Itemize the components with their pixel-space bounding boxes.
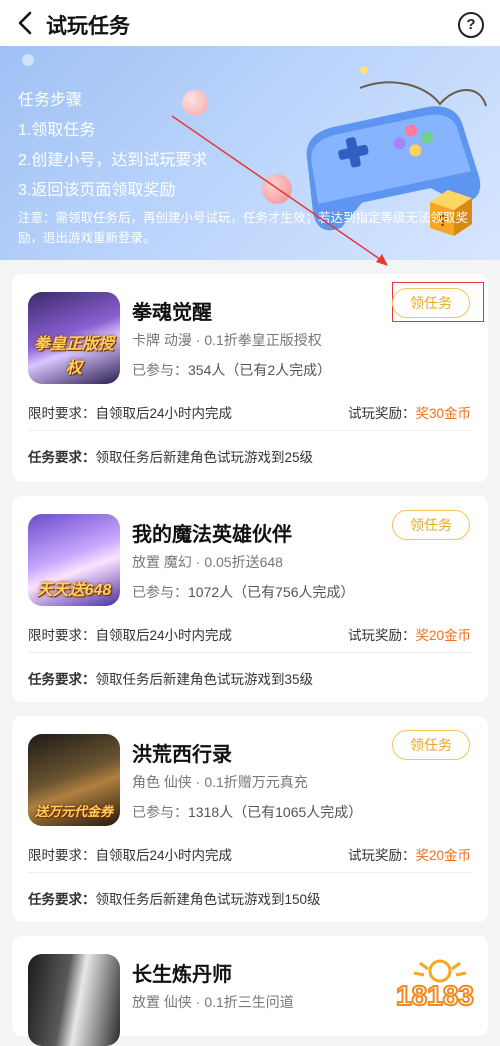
decor-ball [360,66,368,74]
watermark-text: 18183 [396,980,474,1011]
back-icon[interactable] [14,9,38,37]
game-icon[interactable]: 天天送648 [28,514,120,606]
step-item: 3.返回该页面领取奖励 [18,182,176,199]
game-tags: 角色 仙侠 · 0.1折赠万元真充 [132,774,308,790]
game-icon[interactable] [28,954,120,1046]
page-title: 试玩任务 [46,15,130,38]
divider [28,652,472,653]
game-name[interactable]: 拳魂觉醒 [132,296,212,325]
time-limit: 限时要求：自领取后24小时内完成 [28,628,233,643]
game-icon[interactable]: 送万元代金券 [28,734,120,826]
notice-text: 注意：需领取任务后，再创建小号试玩，任务才生效；若达到指定等级无法领取奖励，退出… [18,211,469,245]
task-requirement: 任务要求：领取任务后新建角色试玩游戏到150级 [28,892,321,907]
decor-ball [22,54,34,66]
trial-reward: 试玩奖励：奖20金币 [348,848,472,863]
participants: 已参与：354人（已有2人完成） [132,362,332,378]
time-limit: 限时要求：自领取后24小时内完成 [28,848,233,863]
task-card: 天天送648 我的魔法英雄伙伴 放置 魔幻 · 0.05折送648 已参与：10… [12,496,488,702]
watermark-logo: 18183 [395,959,475,1011]
step-item: 1.领取任务 [18,122,96,139]
trial-reward: 试玩奖励：奖30金币 [348,406,472,421]
claim-task-button[interactable]: 领任务 [392,510,470,540]
game-name[interactable]: 洪荒西行录 [132,738,232,767]
task-requirement: 任务要求：领取任务后新建角色试玩游戏到25级 [28,450,314,465]
top-bar: 试玩任务 ? [0,0,500,46]
claim-task-button[interactable]: 领任务 [392,288,470,318]
game-tags: 放置 仙侠 · 0.1折三生问道 [132,994,294,1010]
help-icon[interactable]: ? [458,12,484,38]
time-limit: 限时要求：自领取后24小时内完成 [28,406,233,421]
task-requirement: 任务要求：领取任务后新建角色试玩游戏到35级 [28,672,314,687]
task-card: 送万元代金券 洪荒西行录 角色 仙侠 · 0.1折赠万元真充 已参与：1318人… [12,716,488,922]
trial-reward: 试玩奖励：奖20金币 [348,628,472,643]
game-tags: 卡牌 动漫 · 0.1折拳皇正版授权 [132,332,322,348]
task-steps-banner: ? 任务步骤 1.领取任务 2.创建小号，达到试玩要求 3.返回该页面领取奖励 … [0,46,500,260]
game-name[interactable]: 我的魔法英雄伙伴 [132,518,292,547]
decor-ball [262,174,292,204]
divider [28,872,472,873]
claim-task-button[interactable]: 领任务 [392,730,470,760]
game-icon[interactable]: 拳皇正版授权 [28,292,120,384]
steps-heading: 任务步骤 [18,92,83,109]
steps-list: 任务步骤 1.领取任务 2.创建小号，达到试玩要求 3.返回该页面领取奖励 [18,86,207,206]
game-name[interactable]: 长生炼丹师 [132,958,232,987]
step-item: 2.创建小号，达到试玩要求 [18,152,208,169]
game-tags: 放置 魔幻 · 0.05折送648 [132,554,283,570]
icon-caption: 送万元代金券 [34,804,113,819]
participants: 已参与：1318人（已有1065人完成） [132,804,363,820]
task-card: 拳皇正版授权 拳魂觉醒 卡牌 动漫 · 0.1折拳皇正版授权 已参与：354人（… [12,274,488,482]
participants: 已参与：1072人（已有756人完成） [132,584,355,600]
icon-caption: 拳皇正版授权 [33,336,114,377]
divider [28,430,472,431]
icon-caption: 天天送648 [36,582,112,599]
